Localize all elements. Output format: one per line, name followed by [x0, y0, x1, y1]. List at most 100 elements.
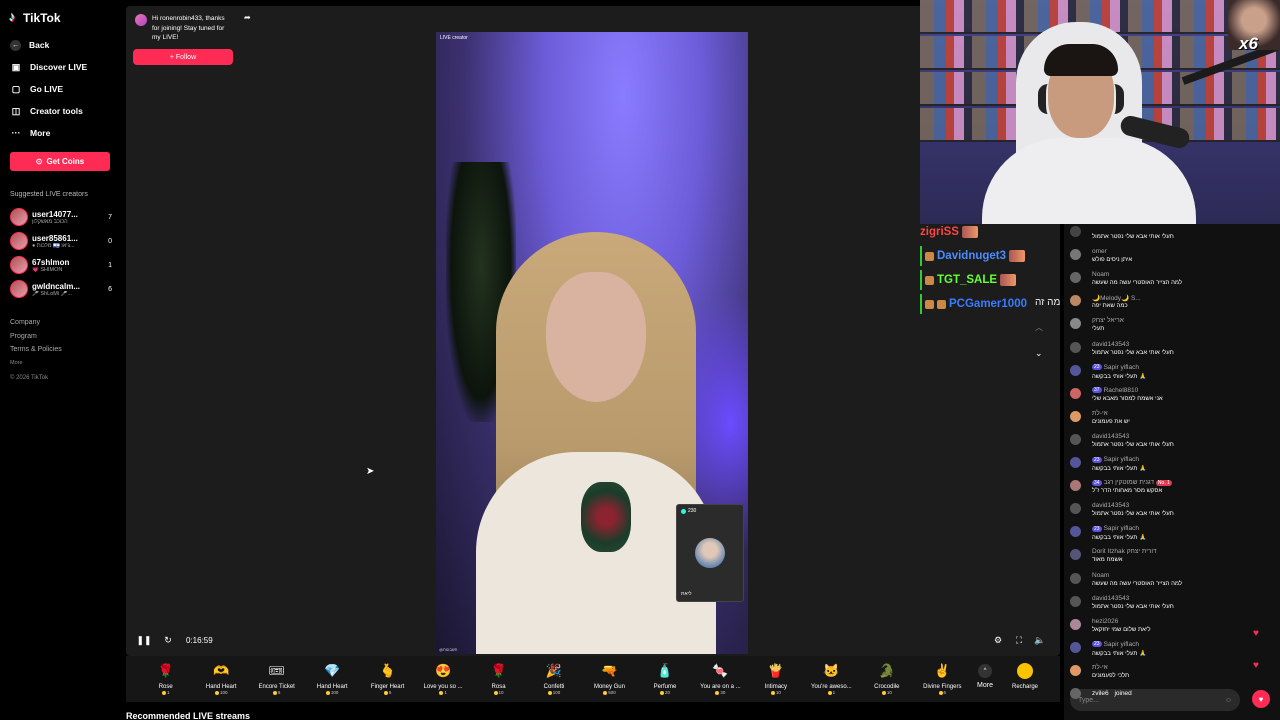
- chat-username[interactable]: david143543: [1092, 502, 1129, 509]
- gift-item[interactable]: 🐊 Crocodile 10: [859, 658, 914, 702]
- gift-item[interactable]: 💎 Hand Heart 100: [304, 658, 359, 702]
- level-badge: 23: [1092, 641, 1102, 648]
- chat-username[interactable]: אריאל יצחק: [1092, 317, 1124, 324]
- avatar[interactable]: [1070, 433, 1081, 445]
- gift-item[interactable]: 🔫 Money Gun 500: [582, 658, 637, 702]
- gift-item[interactable]: 😍 Love you so ... 1: [415, 658, 470, 702]
- recharge-button[interactable]: Recharge: [1000, 658, 1050, 702]
- avatar[interactable]: [1070, 688, 1081, 699]
- volume-icon[interactable]: 🔈: [1034, 634, 1046, 646]
- guest-pip-window[interactable]: 230 ליאת: [676, 504, 744, 602]
- chat-username[interactable]: zvile6 joined: [1092, 690, 1132, 697]
- settings-gear-icon[interactable]: ⚙: [992, 634, 1004, 646]
- chat-username[interactable]: Noam: [1092, 271, 1109, 278]
- avatar[interactable]: [1070, 480, 1081, 492]
- gift-item[interactable]: 🌹 Rosa 10: [471, 658, 526, 702]
- tiktok-logo[interactable]: TikTok: [9, 9, 112, 26]
- gift-item[interactable]: 🧴 Perfume 20: [637, 658, 692, 702]
- footer-link-company[interactable]: Company: [10, 319, 112, 333]
- chat-username[interactable]: omer: [1092, 248, 1107, 255]
- chat-username[interactable]: 23 Sapir yiflach: [1092, 525, 1139, 532]
- chat-username[interactable]: 23 Sapir yiflach: [1092, 456, 1139, 463]
- avatar[interactable]: [1070, 295, 1081, 307]
- footer-link-terms[interactable]: Terms & Policies: [10, 346, 112, 360]
- gift-item[interactable]: 🎟 Encore Ticket 5: [249, 658, 304, 702]
- chat-username[interactable]: אי-לת: [1092, 410, 1108, 417]
- nav-back[interactable]: ← Back: [10, 34, 112, 56]
- avatar[interactable]: [1070, 526, 1081, 538]
- chevron-up-icon[interactable]: ︿: [1035, 322, 1043, 333]
- rank-badge: No. 1: [1155, 479, 1172, 486]
- recharge-label: Recharge: [1011, 684, 1038, 690]
- avatar[interactable]: [1070, 226, 1081, 237]
- suggested-creator[interactable]: user85861... ● מלכות 🇮🇱 גיאו... 0: [10, 229, 112, 253]
- avatar[interactable]: [1070, 549, 1081, 561]
- emoji-icon[interactable]: ☺: [1225, 697, 1232, 704]
- live-video[interactable]: LIVE creator @חשבונות 230 ליאת: [436, 32, 748, 654]
- chevron-down-icon[interactable]: ⌄: [1035, 348, 1043, 359]
- get-coins-button[interactable]: ⊙ Get Coins: [10, 152, 110, 171]
- gift-item[interactable]: 🐱 You're aweso... 1: [804, 658, 859, 702]
- footer-more-link[interactable]: More: [10, 360, 112, 374]
- gift-item[interactable]: 🍟 Intimacy 10: [748, 658, 803, 702]
- suggested-creator[interactable]: user14077... הכוכב מאשקלון 7: [10, 205, 112, 229]
- chat-username[interactable]: Noam: [1092, 572, 1109, 579]
- gift-item[interactable]: 🫶 Hand Heart 100: [193, 658, 248, 702]
- avatar[interactable]: [1070, 503, 1081, 515]
- nav-more-label: More: [30, 128, 51, 138]
- suggested-creator[interactable]: 67shlmon 💗 SHIMON 1: [10, 253, 112, 277]
- coin-icon: [938, 690, 943, 695]
- suggested-creator[interactable]: gwldncalm... 🎤 ShLoMi 🎤... 6: [10, 277, 112, 301]
- mouse-cursor-icon: ➤: [366, 466, 375, 477]
- avatar[interactable]: [1070, 410, 1081, 422]
- avatar[interactable]: [1070, 272, 1081, 284]
- gift-item[interactable]: ✌ Divine Fingers 6: [915, 658, 970, 702]
- nav-go-live[interactable]: ▢ Go LIVE: [10, 78, 112, 100]
- gifts-more-button[interactable]: ^ More: [970, 658, 1000, 702]
- avatar[interactable]: [1070, 618, 1081, 630]
- nav-creator-tools[interactable]: ◫ Creator tools: [10, 100, 112, 122]
- pause-icon[interactable]: ❚❚: [136, 634, 151, 646]
- heart-like-button[interactable]: ♥: [1252, 690, 1270, 708]
- chat-username[interactable]: david143543: [1092, 433, 1129, 440]
- chat-username[interactable]: Dorit Itzhak דורית יצחק: [1092, 548, 1157, 555]
- gift-icon: 🫰: [379, 663, 396, 678]
- avatar[interactable]: [1070, 249, 1081, 261]
- fullscreen-icon[interactable]: ⛶: [1013, 634, 1025, 646]
- gift-item[interactable]: 🍬 You are on a ... 30: [693, 658, 748, 702]
- chat-text: אני אשמח למסור מאבא שלי: [1092, 395, 1163, 402]
- share-icon[interactable]: ➦: [244, 13, 251, 22]
- chat-username[interactable]: 🌙Melody🌙 S...: [1092, 294, 1141, 302]
- chat-username[interactable]: hezi2026: [1092, 618, 1118, 625]
- gift-item[interactable]: 🌹 Rose 1: [138, 658, 193, 702]
- avatar[interactable]: [1070, 364, 1081, 376]
- chat-text: אסקש מסר מאחותי הדר ז"ל: [1092, 488, 1163, 495]
- chat-text: תעלי אותי בבקשה 🙏: [1092, 373, 1147, 380]
- coin-icon: [547, 690, 552, 695]
- nav-discover-live[interactable]: ▣ Discover LIVE: [10, 56, 112, 78]
- avatar[interactable]: [1070, 318, 1081, 330]
- chat-username[interactable]: david143543: [1092, 595, 1129, 602]
- badge-icon: [925, 251, 934, 261]
- chat-username[interactable]: 37 Rachel8810: [1092, 387, 1138, 394]
- avatar[interactable]: [1070, 457, 1081, 468]
- gift-item[interactable]: 🫰 Finger Heart 5: [360, 658, 415, 702]
- avatar[interactable]: [1070, 341, 1081, 353]
- live-chat[interactable]: ♥ ♥ Type... ☺ ♥ תעלי אותי אבא שלי נפטר א…: [1064, 224, 1280, 720]
- chat-username[interactable]: 23 Sapir yiflach: [1092, 364, 1139, 371]
- chat-username[interactable]: 34 דגנית שמוטקין רגב No. 1: [1092, 479, 1172, 486]
- avatar[interactable]: [1070, 641, 1081, 653]
- chat-username[interactable]: 23 Sapir yiflach: [1092, 641, 1139, 648]
- chat-username[interactable]: david143543: [1092, 341, 1129, 348]
- footer-link-program[interactable]: Program: [10, 333, 112, 347]
- avatar[interactable]: [1070, 664, 1081, 676]
- avatar[interactable]: [1070, 387, 1081, 399]
- nav-more[interactable]: ··· More: [10, 122, 112, 144]
- avatar[interactable]: [1070, 572, 1081, 584]
- gift-item[interactable]: 🎉 Confetti 100: [526, 658, 581, 702]
- chat-username[interactable]: אי-לת: [1092, 664, 1108, 671]
- refresh-icon[interactable]: ↻: [162, 634, 174, 646]
- avatar[interactable]: [1070, 595, 1081, 607]
- gift-icon: 🧴: [656, 663, 674, 678]
- follow-button[interactable]: + Follow: [133, 49, 233, 65]
